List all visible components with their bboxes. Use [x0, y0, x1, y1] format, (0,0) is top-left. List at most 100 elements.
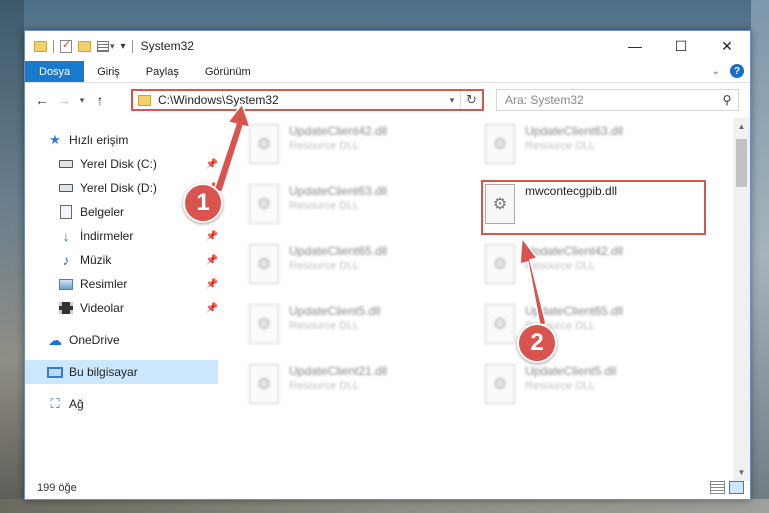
file-type: Resource DLL — [525, 260, 596, 272]
back-arrow-icon[interactable]: ← — [31, 92, 53, 108]
sidebar-item-label: Bu bilgisayar — [69, 365, 138, 379]
title-bar: ▾ ▾ System32 — ☐ ✕ — [25, 31, 750, 61]
pin-icon[interactable]: 📌 — [206, 231, 218, 242]
refresh-icon[interactable]: ↻ — [460, 91, 482, 109]
sidebar-item-network[interactable]: ⛶ Ağ — [25, 392, 218, 416]
file-name: UpdateClient42.dll — [525, 244, 624, 258]
file-name: UpdateClient63.dll — [289, 184, 388, 198]
minimize-button[interactable]: — — [612, 31, 658, 61]
pin-icon[interactable]: 📌 — [206, 159, 218, 170]
file-name: UpdateClient42.dll — [289, 124, 388, 138]
file-type: Resource DLL — [289, 200, 360, 212]
file-type: Resource DLL — [525, 380, 596, 392]
dll-file-icon: ⚙ — [485, 304, 515, 344]
recent-locations-chevron-icon[interactable]: ▾ — [75, 95, 89, 106]
dll-file-icon: ⚙ — [249, 304, 279, 344]
file-item[interactable]: ⚙ UpdateClient42.dll Resource DLL — [481, 240, 701, 294]
file-item[interactable]: ⚙ UpdateClient21.dll Resource DLL — [245, 360, 465, 414]
pin-icon[interactable]: 📌 — [206, 303, 218, 314]
large-icons-view-icon[interactable] — [729, 481, 744, 494]
sidebar-item-label: Müzik — [80, 253, 112, 267]
computer-icon — [47, 364, 63, 380]
sidebar-item-onedrive[interactable]: ☁ OneDrive — [25, 328, 218, 352]
sidebar-item-label: Videolar — [80, 301, 124, 315]
view-properties-icon[interactable]: ▾ — [97, 40, 115, 52]
sidebar-item-downloads[interactable]: ↓ İndirmeler 📌 — [25, 224, 219, 248]
scroll-up-arrow-icon[interactable]: ▲ — [733, 118, 750, 135]
toolbar-divider — [131, 39, 133, 53]
quick-access-toolbar: ▾ ▾ — [25, 38, 133, 53]
navigation-bar: ← → ▾ ↑ C:\Windows\System32 ▾ ↻ Ara: Sys… — [25, 83, 750, 117]
tab-share[interactable]: Paylaş — [133, 61, 192, 82]
window-title: System32 — [140, 39, 194, 53]
window-controls: — ☐ ✕ — [612, 31, 750, 61]
tab-file[interactable]: Dosya — [25, 61, 85, 82]
file-name: UpdateClient65.dll — [525, 304, 624, 318]
folder-icon — [138, 94, 151, 106]
file-type: Resource DLL — [289, 260, 360, 272]
address-dropdown-icon[interactable]: ▾ — [444, 95, 460, 106]
file-item[interactable]: ⚙ UpdateClient42.dll Resource DLL — [245, 120, 465, 174]
tab-view[interactable]: Görünüm — [192, 61, 264, 82]
search-icon[interactable]: ⚲ — [716, 93, 738, 107]
file-type: Resource DLL — [525, 140, 596, 152]
desktop-background-bottom — [0, 499, 769, 513]
sidebar-item-videos[interactable]: Videolar 📌 — [25, 296, 218, 320]
view-switcher — [710, 481, 744, 494]
file-type: Resource DLL — [289, 320, 360, 332]
properties-check-icon[interactable] — [60, 38, 72, 53]
address-path[interactable]: C:\Windows\System32 — [158, 93, 444, 107]
up-arrow-icon[interactable]: ↑ — [89, 92, 111, 108]
sidebar-item-this-pc[interactable]: Bu bilgisayar — [25, 360, 218, 384]
tab-home[interactable]: Giriş — [84, 61, 133, 82]
drive-icon — [58, 180, 74, 196]
search-box[interactable]: Ara: System32 ⚲ — [496, 89, 739, 111]
file-item[interactable]: ⚙ UpdateClient5.dll Resource DLL — [245, 300, 465, 354]
details-view-icon[interactable] — [710, 481, 725, 494]
file-item[interactable]: ⚙ UpdateClient63.dll Resource DLL — [245, 180, 465, 234]
step-1-callout: 1 — [183, 183, 223, 223]
file-item[interactable]: ⚙ UpdateClient65.dll Resource DLL — [245, 240, 465, 294]
dll-file-icon: ⚙ — [249, 244, 279, 284]
cloud-icon: ☁ — [48, 331, 62, 348]
file-item[interactable]: ⚙ UpdateClient5.dll Resource DLL — [481, 360, 701, 414]
folder-icon[interactable] — [34, 40, 47, 52]
customize-toolbar-arrow-icon[interactable]: ▾ — [121, 41, 126, 52]
network-icon: ⛶ — [50, 396, 60, 411]
file-name: UpdateClient65.dll — [289, 244, 388, 258]
file-name: UpdateClient5.dll — [525, 364, 617, 378]
file-item[interactable]: ⚙ UpdateClient63.dll Resource DLL — [481, 120, 701, 174]
close-button[interactable]: ✕ — [704, 31, 750, 61]
desktop-background-right — [751, 0, 769, 513]
new-folder-icon[interactable] — [78, 40, 91, 52]
maximize-button[interactable]: ☐ — [658, 31, 704, 61]
sidebar-item-label: Yerel Disk (C:) — [80, 157, 157, 171]
file-explorer-window: ▾ ▾ System32 — ☐ ✕ Dosya Giriş Paylaş Gö… — [24, 30, 751, 500]
file-name: UpdateClient63.dll — [525, 124, 624, 138]
sidebar-item-label: Yerel Disk (D:) — [80, 181, 157, 195]
sidebar-item-label: Belgeler — [80, 205, 125, 219]
help-icon[interactable]: ? — [730, 64, 744, 78]
star-icon: ★ — [49, 132, 61, 147]
navigation-pane: ★ Hızlı erişim Yerel Disk (C:) 📌 Yerel D… — [25, 118, 218, 481]
sidebar-item-music[interactable]: ♪ Müzik 📌 — [25, 248, 219, 272]
desktop-background-left — [0, 0, 24, 513]
download-icon: ↓ — [62, 228, 70, 244]
dll-file-icon: ⚙ — [485, 124, 515, 164]
sidebar-item-label: Ağ — [69, 397, 84, 411]
search-input[interactable]: Ara: System32 — [505, 93, 716, 107]
sidebar-item-local-disk-c[interactable]: Yerel Disk (C:) 📌 — [25, 152, 218, 176]
address-bar[interactable]: C:\Windows\System32 ▾ ↻ — [131, 89, 484, 111]
sidebar-item-quick-access[interactable]: ★ Hızlı erişim — [25, 128, 218, 152]
file-item[interactable]: ⚙ UpdateClient65.dll Resource DLL — [481, 300, 701, 354]
sidebar-item-label: İndirmeler — [80, 229, 134, 243]
forward-arrow-icon[interactable]: → — [53, 92, 75, 108]
scrollbar-thumb[interactable] — [736, 139, 747, 187]
dll-file-icon: ⚙ — [249, 124, 279, 164]
expand-ribbon-chevron-icon[interactable]: ⌄ — [712, 66, 720, 77]
sidebar-item-label: Hızlı erişim — [69, 133, 129, 147]
sidebar-item-pictures[interactable]: Resimler 📌 — [25, 272, 218, 296]
vertical-scrollbar[interactable]: ▲ ▼ — [733, 118, 750, 481]
pin-icon[interactable]: 📌 — [206, 279, 218, 290]
pin-icon[interactable]: 📌 — [206, 255, 218, 266]
